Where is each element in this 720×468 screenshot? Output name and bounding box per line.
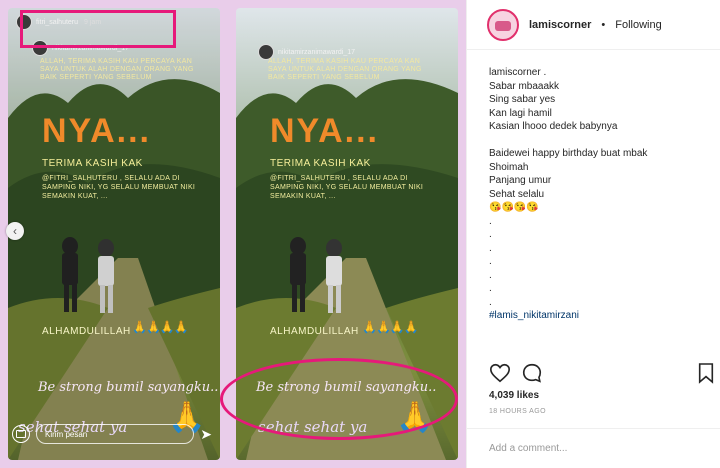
story-top-text: ALLAH, TERIMA KASIH KAU PERCAYA KAN SAYA…: [268, 58, 422, 81]
caption-line: Kan lagi hamil: [489, 107, 552, 119]
hashtag-link[interactable]: #lamis_nikitamirzani: [489, 309, 711, 323]
caption-line: Sabar mbaaakk: [489, 80, 560, 92]
story-thanks-text: Terima Kasih Kak: [270, 158, 371, 169]
caption-line: .: [489, 256, 492, 267]
post-sidebar: lamiscorner • Following lamiscorner . Sa…: [466, 0, 720, 468]
comment-input[interactable]: Add a comment...: [489, 443, 567, 454]
post-timestamp: 18 HOURS AGO: [489, 408, 546, 415]
caption-line: Sehat selalu: [489, 188, 545, 200]
story-reply-bar: Kirim pesan ➤: [8, 420, 220, 448]
previous-image-button[interactable]: ‹: [6, 222, 24, 240]
caption-line: Baidewei happy birthday buat mbak: [489, 148, 648, 159]
profile-avatar[interactable]: [487, 8, 519, 41]
pray-hands-row: 🙏🙏🙏🙏: [362, 320, 419, 334]
story-reply-input[interactable]: Kirim pesan: [36, 424, 194, 444]
likes-count[interactable]: 4,039 likes: [489, 390, 539, 401]
story-middle-text: @fitri_salhuteru , selalu ada di samping…: [42, 175, 196, 200]
post-username[interactable]: lamiscorner: [529, 19, 591, 31]
pray-hands-row: 🙏🙏🙏🙏: [132, 320, 189, 334]
caption-line: .: [489, 269, 492, 281]
comment-icon[interactable]: [521, 362, 543, 389]
story-top-text: ALLAH, TERIMA KASIH KAU PERCAYA KAN SAYA…: [40, 58, 194, 81]
caption-line: .: [489, 242, 492, 254]
story-alhamdulillah-text: ALHAMDULILLAH: [270, 326, 359, 337]
caption-line: .: [489, 215, 492, 227]
highlight-rectangle: [20, 10, 176, 48]
caption-line: .: [489, 229, 492, 240]
story-thanks-text: Terima Kasih Kak: [42, 158, 143, 169]
post-header: lamiscorner • Following: [467, 0, 720, 50]
story-alhamdulillah-text: ALHAMDULILLAH: [42, 326, 131, 337]
caption-line: Shoimah: [489, 161, 529, 173]
highlight-ellipse: [220, 358, 458, 440]
caption-line: [489, 134, 711, 148]
story-nya-text: NYA...: [42, 112, 152, 150]
follow-button[interactable]: Following: [615, 19, 661, 31]
caption-line: Sing sabar yes: [489, 94, 556, 105]
send-icon[interactable]: ➤: [200, 426, 212, 443]
camera-icon[interactable]: [12, 425, 30, 443]
bookmark-icon[interactable]: [697, 362, 715, 389]
caption-line: lamiscorner .: [489, 67, 547, 78]
post-image[interactable]: fitri_salhuteru 9 jam nikitamirzanimawar…: [0, 0, 466, 468]
post-caption: lamiscorner . Sabar mbaaakk Sing sabar y…: [489, 66, 711, 323]
heart-icon[interactable]: [489, 362, 511, 389]
story-bestrong-text: Be strong bumil sayangku..: [38, 380, 219, 395]
story-screenshot-left: fitri_salhuteru 9 jam nikitamirzanimawar…: [8, 8, 220, 460]
comment-box: Add a comment...: [467, 428, 720, 468]
story-middle-text: @fitri_salhuteru , selalu ada di samping…: [270, 175, 424, 200]
story-username: nikitamirzanimawardi_17: [278, 48, 356, 56]
post-actions: [487, 362, 719, 386]
story-nya-text: NYA...: [270, 112, 380, 150]
caption-line: Kasian lhooo dedek babynya: [489, 121, 618, 132]
instagram-post-screenshot: fitri_salhuteru 9 jam nikitamirzanimawar…: [0, 0, 720, 468]
header-separator: •: [601, 18, 606, 31]
caption-line: 😘😘😘😘: [489, 202, 539, 213]
caption-line: .: [489, 283, 492, 294]
caption-line: Panjang umur: [489, 175, 552, 186]
caption-line: .: [489, 296, 492, 308]
